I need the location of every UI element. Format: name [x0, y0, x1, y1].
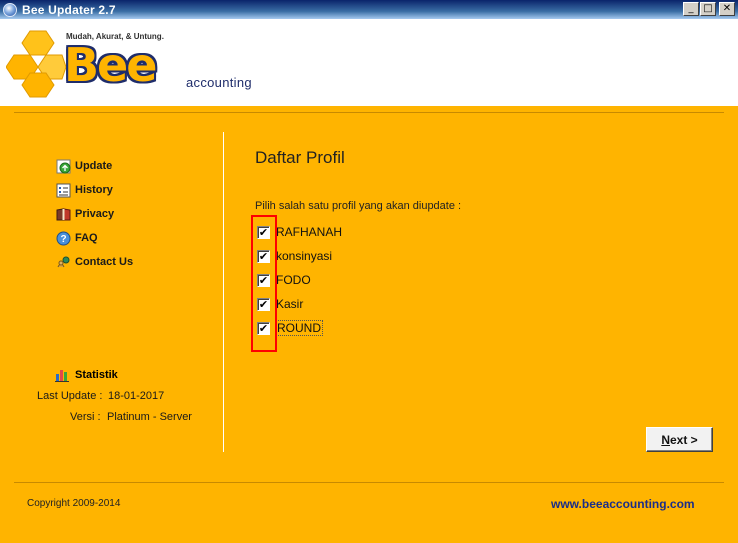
faq-icon: ? — [55, 230, 71, 246]
next-button[interactable]: Next > — [646, 427, 713, 452]
sidebar-item-privacy[interactable]: Privacy — [55, 202, 133, 226]
last-update-value: 18-01-2017 — [108, 390, 165, 402]
profile-label[interactable]: ROUND — [275, 320, 323, 336]
sidebar-item-label: FAQ — [75, 232, 98, 244]
title-bar[interactable]: Bee Updater 2.7 _ □ ✕ — [0, 0, 738, 19]
version-value: Platinum - Server — [107, 411, 192, 423]
main-panel: Update History Privacy ? FAQ Contact Us — [0, 106, 738, 543]
statistik-label: Statistik — [75, 369, 118, 381]
sidebar-item-label: Contact Us — [75, 256, 134, 268]
highlight-box — [251, 215, 277, 352]
privacy-icon — [55, 206, 71, 222]
brand-logo-text: Bee — [64, 38, 157, 92]
close-button[interactable]: ✕ — [719, 2, 735, 16]
page-title: Daftar Profil — [255, 148, 345, 167]
top-divider — [14, 112, 724, 113]
window-title: Bee Updater 2.7 — [22, 2, 116, 17]
profile-label[interactable]: konsinyasi — [276, 249, 332, 263]
window-controls: _ □ ✕ — [683, 2, 735, 16]
profile-label[interactable]: RAFHANAH — [276, 225, 342, 239]
svg-text:?: ? — [60, 234, 66, 245]
contact-icon — [55, 254, 71, 270]
sidebar-item-history[interactable]: History — [55, 178, 133, 202]
maximize-button[interactable]: □ — [700, 2, 716, 16]
sidebar-item-label: Privacy — [75, 208, 115, 220]
sidebar-item-label: History — [75, 184, 113, 196]
sidebar-item-statistik[interactable]: Statistik — [55, 367, 118, 383]
header-banner: Mudah, Akurat, & Untung. Bee accounting — [0, 19, 738, 106]
chart-icon — [55, 367, 71, 383]
version-label: Versi : — [70, 411, 101, 423]
honeycomb-logo-icon — [6, 30, 66, 98]
sidebar-item-update[interactable]: Update — [55, 154, 133, 178]
last-update-label: Last Update : — [37, 390, 103, 402]
website-link[interactable]: www.beeaccounting.com — [551, 497, 695, 511]
profile-label[interactable]: Kasir — [276, 297, 303, 311]
instruction-text: Pilih salah satu profil yang akan diupda… — [255, 200, 462, 212]
brand-subtitle: accounting — [186, 75, 252, 90]
sidebar-nav: Update History Privacy ? FAQ Contact Us — [55, 154, 133, 274]
copyright-text: Copyright 2009-2014 — [27, 498, 121, 509]
profile-label[interactable]: FODO — [276, 273, 311, 287]
next-button-label: ext > — [669, 432, 698, 447]
history-icon — [55, 182, 71, 198]
next-button-mnemonic: N — [661, 432, 670, 447]
sidebar-divider — [223, 132, 224, 452]
app-icon — [3, 2, 17, 17]
sidebar-item-label: Update — [75, 160, 113, 172]
update-icon — [55, 158, 71, 174]
sidebar-item-contact-us[interactable]: Contact Us — [55, 250, 133, 274]
sidebar-item-faq[interactable]: ? FAQ — [55, 226, 133, 250]
minimize-button[interactable]: _ — [683, 2, 699, 16]
bottom-divider — [14, 482, 724, 483]
